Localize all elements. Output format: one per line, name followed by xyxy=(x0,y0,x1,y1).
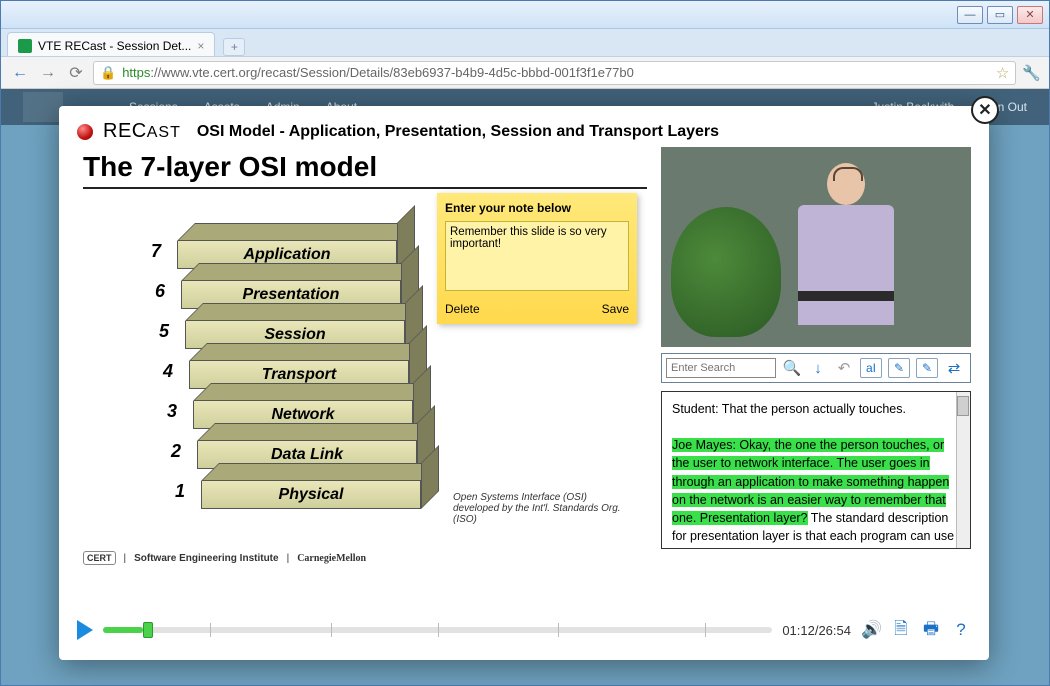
layer-label: Physical xyxy=(279,486,344,504)
browser-tab[interactable]: VTE RECast - Session Det... × xyxy=(7,32,215,56)
layer-number: 6 xyxy=(155,281,165,302)
seek-handle[interactable] xyxy=(143,622,153,638)
modal-header: RECAST OSI Model - Application, Presenta… xyxy=(77,120,971,143)
layer-label: Session xyxy=(264,326,325,344)
transcript-line: Student: That the person actually touche… xyxy=(672,400,960,418)
layer-label: Presentation xyxy=(243,286,340,304)
modal-close-button[interactable]: ✕ xyxy=(971,96,999,124)
video-player[interactable] xyxy=(661,147,971,347)
sticky-note: Enter your note below Remember this slid… xyxy=(437,193,637,324)
new-tab-button[interactable]: + xyxy=(223,38,245,56)
note-save-button[interactable]: Save xyxy=(602,302,629,316)
transcript-toolbar: 🔍 ↓ ↶ aI ✎ ✎ ⇄ xyxy=(661,353,971,383)
url-protocol: https xyxy=(122,65,150,80)
settings-wrench-icon[interactable]: 🔧 xyxy=(1022,64,1041,82)
slide-caption: Open Systems Interface (OSI) developed b… xyxy=(453,492,633,525)
plant-graphic xyxy=(671,207,781,337)
notes-icon[interactable]: 🗎 xyxy=(891,616,911,645)
session-modal: ✕ RECAST OSI Model - Application, Presen… xyxy=(59,106,989,660)
tab-favicon-icon xyxy=(18,39,32,53)
arrow-down-icon[interactable]: ↓ xyxy=(808,358,828,378)
undo-icon[interactable]: ↶ xyxy=(834,358,854,378)
window-titlebar: — ▭ ✕ xyxy=(1,1,1049,29)
layer-label: Data Link xyxy=(271,446,343,464)
layer-label: Application xyxy=(243,246,330,264)
nav-forward-button[interactable]: → xyxy=(37,62,59,84)
bookmark-star-icon[interactable]: ☆ xyxy=(996,64,1009,82)
tab-close-icon[interactable]: × xyxy=(197,39,204,53)
note-textarea[interactable]: Remember this slide is so very important… xyxy=(445,221,629,291)
playback-time: 01:12/26:54 xyxy=(782,623,851,638)
highlighter-icon[interactable]: ✎ xyxy=(916,358,938,378)
text-size-icon[interactable]: aI xyxy=(860,358,882,378)
edit-pencil-icon[interactable]: ✎ xyxy=(888,358,910,378)
layer-number: 5 xyxy=(159,321,169,342)
volume-icon[interactable]: 🔊 xyxy=(861,620,881,640)
note-title: Enter your note below xyxy=(445,201,629,215)
layer-number: 1 xyxy=(175,481,185,502)
window-close-button[interactable]: ✕ xyxy=(1017,6,1043,24)
search-input[interactable] xyxy=(666,358,776,378)
site-logo-icon xyxy=(23,92,63,122)
note-delete-button[interactable]: Delete xyxy=(445,302,480,316)
layer-number: 4 xyxy=(163,361,173,382)
window-maximize-button[interactable]: ▭ xyxy=(987,6,1013,24)
layer-label: Transport xyxy=(262,366,336,384)
url-path: ://www.vte.cert.org/recast/Session/Detai… xyxy=(150,65,633,80)
slide-title: The 7-layer OSI model xyxy=(83,151,647,183)
play-button[interactable] xyxy=(77,620,93,640)
slide-area: The 7-layer OSI model 7 Application 6 Pr… xyxy=(77,147,647,563)
layer-number: 3 xyxy=(167,401,177,422)
slide-divider xyxy=(83,187,647,189)
transcript-paragraph: Joe Mayes: Okay, the one the person touc… xyxy=(672,436,960,549)
sei-logo: Software Engineering Institute xyxy=(134,553,278,564)
osi-stack-diagram: 7 Application 6 Presentation 5 Session xyxy=(177,223,397,503)
osi-layer: 1 Physical xyxy=(201,463,421,509)
layer-number: 7 xyxy=(151,241,161,262)
browser-window: — ▭ ✕ VTE RECast - Session Det... × + ← … xyxy=(0,0,1050,686)
record-dot-icon xyxy=(77,124,93,140)
seek-fill xyxy=(103,627,143,633)
layer-number: 2 xyxy=(171,441,181,462)
scrollbar-thumb[interactable] xyxy=(957,396,969,416)
lock-icon: 🔒 xyxy=(100,65,116,81)
layer-label: Network xyxy=(271,406,334,424)
swap-icon[interactable]: ⇄ xyxy=(944,358,964,378)
browser-tabstrip: VTE RECast - Session Det... × + xyxy=(1,29,1049,57)
window-minimize-button[interactable]: — xyxy=(957,6,983,24)
nav-back-button[interactable]: ← xyxy=(9,62,31,84)
presenter-graphic xyxy=(791,157,901,347)
session-title: OSI Model - Application, Presentation, S… xyxy=(197,123,719,141)
transcript-panel[interactable]: Student: That the person actually touche… xyxy=(661,391,971,549)
cmu-logo: CarnegieMellon xyxy=(297,553,366,564)
help-icon[interactable]: ? xyxy=(951,620,971,640)
brand-text: RECAST xyxy=(103,120,181,143)
scrollbar[interactable] xyxy=(956,392,970,548)
url-field[interactable]: 🔒 https://www.vte.cert.org/recast/Sessio… xyxy=(93,61,1016,85)
nav-reload-button[interactable]: ⟳ xyxy=(65,62,87,84)
address-bar: ← → ⟳ 🔒 https://www.vte.cert.org/recast/… xyxy=(1,57,1049,89)
playback-bar: 01:12/26:54 🔊 🗎 🖶 ? xyxy=(77,610,971,650)
cert-logo: CERT xyxy=(83,551,116,565)
print-icon[interactable]: 🖶 xyxy=(921,616,941,645)
search-icon[interactable]: 🔍 xyxy=(782,358,802,378)
slide-footer-logos: CERT | Software Engineering Institute | … xyxy=(83,551,366,565)
tab-title: VTE RECast - Session Det... xyxy=(38,39,191,53)
seek-track[interactable] xyxy=(103,627,772,633)
